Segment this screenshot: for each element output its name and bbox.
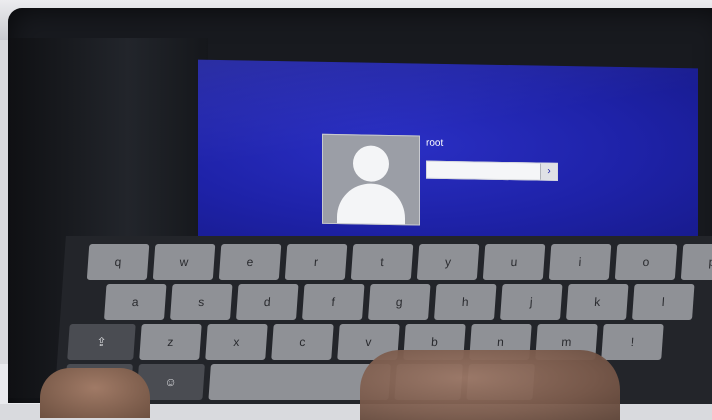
key-0-0[interactable]: q: [86, 244, 150, 280]
key-0-4[interactable]: t: [350, 244, 414, 280]
submit-arrow-icon[interactable]: ›: [540, 163, 557, 180]
key-0-2[interactable]: e: [218, 244, 282, 280]
key-2-8[interactable]: !: [601, 324, 664, 360]
key-0-8[interactable]: o: [614, 244, 678, 280]
key-1-7[interactable]: k: [566, 284, 629, 320]
key-2-1[interactable]: z: [139, 324, 202, 360]
lock-screen: root ›: [198, 59, 698, 251]
key-1-0[interactable]: a: [104, 284, 167, 320]
key-2-3[interactable]: c: [271, 324, 334, 360]
key-2-2[interactable]: x: [205, 324, 268, 360]
key-0-3[interactable]: r: [284, 244, 348, 280]
key-0-1[interactable]: w: [152, 244, 216, 280]
avatar-head-shape: [353, 145, 389, 182]
key-1-3[interactable]: f: [302, 284, 365, 320]
key-0-9[interactable]: p: [680, 244, 712, 280]
password-field[interactable]: ›: [426, 160, 558, 181]
user-avatar[interactable]: [322, 133, 420, 226]
key-1-8[interactable]: l: [632, 284, 695, 320]
user-hand-left: [40, 368, 150, 418]
user-hand: [360, 350, 620, 420]
key-1-4[interactable]: g: [368, 284, 431, 320]
key-2-0[interactable]: ⇪: [67, 324, 136, 360]
key-1-6[interactable]: j: [500, 284, 563, 320]
key-1-5[interactable]: h: [434, 284, 497, 320]
key-0-6[interactable]: u: [482, 244, 546, 280]
key-0-7[interactable]: i: [548, 244, 612, 280]
screen-glare: [198, 59, 698, 251]
key-1-2[interactable]: d: [236, 284, 299, 320]
key-1-1[interactable]: s: [170, 284, 233, 320]
key-0-5[interactable]: y: [416, 244, 480, 280]
avatar-body-shape: [337, 183, 405, 226]
username-label: root: [426, 137, 444, 149]
